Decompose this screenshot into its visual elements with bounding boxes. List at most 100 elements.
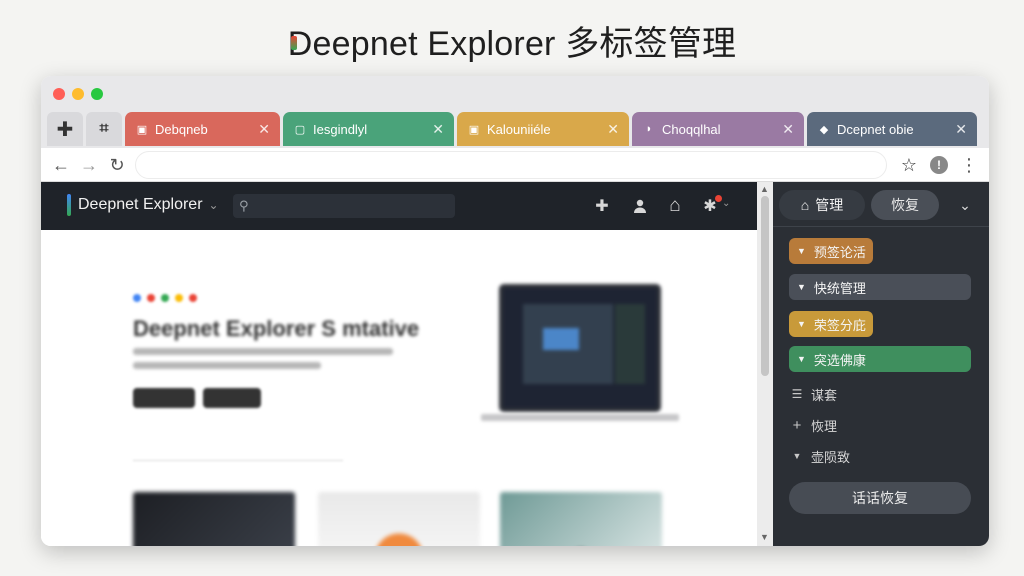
caret-down-icon: ▼ xyxy=(797,282,806,292)
notification-dot xyxy=(715,195,722,202)
dot xyxy=(189,294,197,302)
caret-down-icon: ▼ xyxy=(797,246,806,256)
hero-primary-button[interactable] xyxy=(133,388,195,408)
reload-icon: ↻ xyxy=(109,154,125,175)
tab-group-label: 快统管理 xyxy=(813,280,866,296)
thumbnail-teal[interactable] xyxy=(500,492,662,546)
panel-item[interactable]: ▼ 壶陨致 xyxy=(789,446,850,466)
close-window-button[interactable] xyxy=(53,88,65,100)
zoom-window-button[interactable] xyxy=(91,88,103,100)
tab-close-icon[interactable]: ✕ xyxy=(432,121,444,138)
hero-text-line xyxy=(133,362,321,369)
panel-collapse-button[interactable]: ⌄ xyxy=(953,190,977,220)
user-icon xyxy=(634,199,646,213)
tab-restore[interactable]: 恢复 xyxy=(871,190,939,220)
tab-close-icon[interactable]: ✕ xyxy=(258,121,270,138)
brand-letter: D xyxy=(287,25,313,63)
thumbnail-orange[interactable] xyxy=(318,492,480,546)
bookmark-button[interactable]: ☆ xyxy=(895,151,923,179)
plus-icon: ✚ xyxy=(56,118,74,141)
site-search-input[interactable]: ⚲ xyxy=(233,194,455,218)
site-header: Deepnet Explorer ⌄ ⚲ ✚ ⌂ ✱ ⌄ xyxy=(41,182,757,230)
tab-debqneb[interactable]: ▣ Debqneb ✕ xyxy=(125,112,280,146)
new-tab-button[interactable]: ✚ xyxy=(47,112,83,146)
site-logo[interactable]: Deepnet Explorer ⌄ xyxy=(67,194,219,216)
dot xyxy=(175,294,183,302)
tab-label: Choqqlhal xyxy=(662,121,721,137)
plus-icon: ✚ xyxy=(595,198,609,215)
page-scrollbar[interactable]: ▲ ▼ xyxy=(757,182,773,546)
back-button[interactable]: ← xyxy=(47,151,75,179)
plus-icon: + xyxy=(792,416,802,434)
kebab-menu-icon: ⋮ xyxy=(960,154,978,175)
hero-title: Deepnet Explorer S mtative xyxy=(133,316,420,341)
panel-item[interactable]: + 恢理 xyxy=(789,415,837,435)
tab-group-chip[interactable]: ▼ 预签论活 xyxy=(789,238,873,264)
panel-item[interactable]: ☰ 谋套 xyxy=(789,384,837,404)
url-input[interactable] xyxy=(135,151,887,179)
menu-button[interactable]: ⋮ xyxy=(955,151,983,179)
panel-item-label: 恢理 xyxy=(811,418,838,434)
tab-kalouniiele[interactable]: ▣ Kalouniiéle ✕ xyxy=(457,112,629,146)
chat-icon: ▢ xyxy=(294,123,306,136)
grip-icon: ⌗ xyxy=(99,120,109,137)
color-dots xyxy=(133,294,197,302)
panel-item-label: 谋套 xyxy=(811,387,838,403)
deepnet-icon: ◆ xyxy=(819,123,829,136)
tab-group-label: 荣签分庇 xyxy=(813,317,866,333)
tab-group-chip[interactable]: ▼ 突选佛康 xyxy=(789,346,971,372)
tab-manage-label: 管理 xyxy=(815,197,844,213)
tab-grid-button[interactable]: ⌗ xyxy=(86,112,122,146)
screen-blue-block xyxy=(543,328,579,350)
section-divider xyxy=(133,460,343,461)
scroll-up-icon[interactable]: ▲ xyxy=(760,184,769,194)
laptop-image xyxy=(499,284,661,412)
tab-group-label: 预签论活 xyxy=(813,244,866,260)
screen-side-panel xyxy=(615,304,645,384)
home-icon: ⌂ xyxy=(669,195,681,216)
reload-button[interactable]: ↻ xyxy=(103,151,131,179)
tab-manage[interactable]: ⌂ 管理 xyxy=(779,190,865,220)
star-icon: ☆ xyxy=(900,154,918,175)
page-icon: ▣ xyxy=(136,123,148,136)
tab-group-chip[interactable]: ▼ 快统管理 xyxy=(789,274,971,300)
extension-button[interactable]: ! xyxy=(925,151,953,179)
tab-close-icon[interactable]: ✕ xyxy=(607,121,619,138)
address-bar: ← → ↻ ☆ ! ⋮ xyxy=(41,148,989,182)
thumbnail-phone[interactable] xyxy=(133,492,295,546)
restore-session-button[interactable]: 话话恢复 xyxy=(789,482,971,514)
panel-divider xyxy=(773,226,989,227)
tab-label: Kalouniiéle xyxy=(487,121,551,137)
tab-iesgindlyl[interactable]: ▢ Iesgindlyl ✕ xyxy=(283,112,454,146)
settings-button[interactable]: ✱ ⌄ xyxy=(698,194,730,218)
app-icon: ◗ xyxy=(645,123,653,135)
tab-label: Dcepnet obie xyxy=(837,121,914,137)
hero-secondary-button[interactable] xyxy=(203,388,261,408)
tab-close-icon[interactable]: ✕ xyxy=(782,121,794,138)
image-icon: ▣ xyxy=(468,123,480,136)
headline-text: eepnet Explorer 多标签管理 xyxy=(312,25,737,63)
chevron-down-icon: ⌄ xyxy=(208,198,219,212)
scroll-thumb[interactable] xyxy=(761,196,769,376)
panel-item-label: 壶陨致 xyxy=(811,449,851,465)
tab-label: Iesgindlyl xyxy=(313,121,368,137)
tab-choqqlhal[interactable]: ◗ Choqqlhal ✕ xyxy=(632,112,804,146)
tab-group-chip[interactable]: ▼ 荣签分庇 xyxy=(789,311,873,337)
user-button[interactable] xyxy=(628,194,652,218)
tab-close-icon[interactable]: ✕ xyxy=(955,121,967,138)
tab-label: Debqneb xyxy=(155,121,208,137)
info-icon: ! xyxy=(930,156,948,174)
scroll-down-icon[interactable]: ▼ xyxy=(760,532,769,542)
page-body: Deepnet Explorer S mtative xyxy=(41,230,757,546)
forward-button[interactable]: → xyxy=(75,151,103,179)
caret-down-icon: ▼ xyxy=(792,451,802,461)
tab-strip: ✚ ⌗ ▣ Debqneb ✕ ▢ Iesgindlyl ✕ ▣ Kalouni… xyxy=(47,112,977,146)
caret-down-icon: ▼ xyxy=(797,354,806,364)
page-headline: Deepnet Explorer 多标签管理 xyxy=(0,16,1024,65)
home-button[interactable]: ⌂ xyxy=(663,194,687,218)
add-button[interactable]: ✚ xyxy=(590,194,614,218)
minimize-window-button[interactable] xyxy=(72,88,84,100)
tab-dcepnet-obie[interactable]: ◆ Dcepnet obie ✕ xyxy=(807,112,977,146)
laptop-base xyxy=(481,414,679,421)
hero-text-line xyxy=(133,348,393,355)
